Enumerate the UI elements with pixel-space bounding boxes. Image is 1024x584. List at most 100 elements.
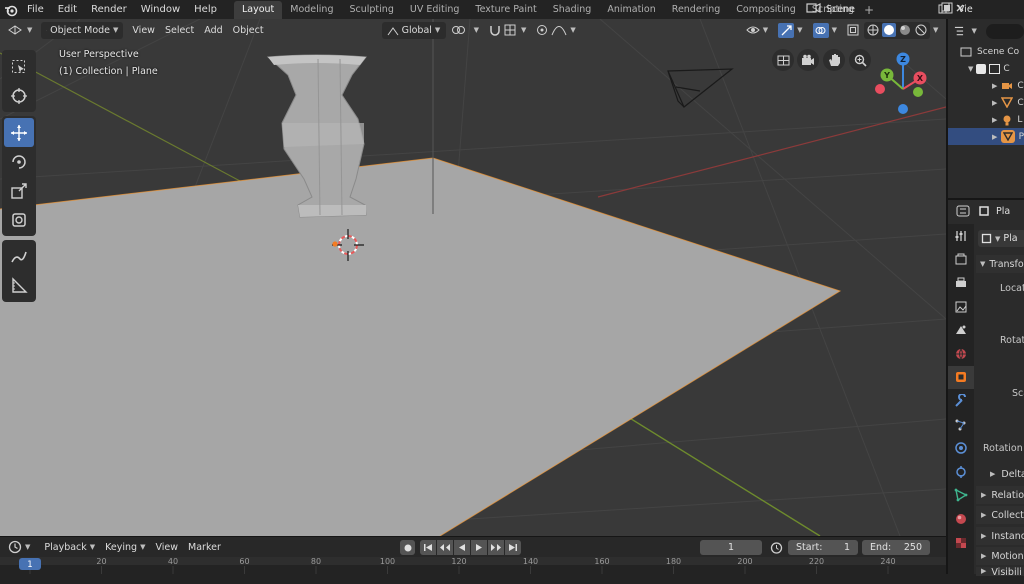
play-reverse-icon[interactable]: [454, 540, 470, 555]
cursor-tool[interactable]: [4, 81, 34, 110]
gizmo-neg-z-handle[interactable]: [898, 104, 908, 114]
transform-orientation-dropdown[interactable]: Global ▼: [381, 21, 446, 39]
chevron-down-icon[interactable]: ▼: [972, 27, 977, 35]
tab-world[interactable]: [948, 342, 974, 366]
outliner-item-light[interactable]: ▶ L: [948, 111, 1024, 128]
tab-object[interactable]: [948, 365, 974, 390]
properties-editor-type-icon[interactable]: [956, 205, 972, 217]
menu-add[interactable]: Add: [199, 22, 227, 39]
gizmo-neg-y-handle[interactable]: [913, 87, 923, 97]
gizmo-neg-x-handle[interactable]: [875, 84, 885, 94]
visibility-button[interactable]: ▼: [741, 22, 773, 39]
measure-tool[interactable]: [4, 271, 34, 300]
section-instancing[interactable]: ▶ Instanc: [976, 527, 1024, 545]
view-layer-name[interactable]: Vie: [958, 4, 973, 15]
expand-icon[interactable]: ▶: [992, 116, 997, 124]
current-frame-field[interactable]: 1: [700, 540, 762, 555]
camera-view-button[interactable]: [797, 49, 819, 71]
menu-view[interactable]: View: [127, 22, 160, 39]
camera-object[interactable]: [667, 68, 734, 108]
tab-rendering[interactable]: Rendering: [664, 1, 729, 19]
outliner-editor-type-icon[interactable]: [954, 25, 969, 38]
tab-shading[interactable]: Shading: [545, 1, 600, 19]
tab-render[interactable]: [948, 248, 974, 272]
tab-object-data[interactable]: [948, 484, 974, 508]
blender-logo-icon[interactable]: [2, 1, 20, 19]
menu-marker[interactable]: Marker: [183, 539, 226, 556]
timeline-ruler[interactable]: 020406080100120140160180200220240 1: [0, 557, 946, 575]
use-preview-range-button[interactable]: [767, 540, 785, 555]
3d-viewport[interactable]: ▼ Object Mode ▼ View Select Add Object G…: [0, 19, 946, 536]
move-tool[interactable]: [4, 118, 34, 147]
outliner-collection-row[interactable]: ▼ C: [948, 60, 1024, 77]
section-visibility[interactable]: ▶ Visibili: [976, 567, 1024, 576]
end-frame-field[interactable]: End: 250: [862, 540, 930, 555]
viewport-scene[interactable]: [0, 19, 946, 536]
expand-icon[interactable]: ▶: [992, 99, 997, 107]
select-box-tool[interactable]: [4, 52, 34, 81]
section-relations[interactable]: ▶ Relatio: [976, 486, 1024, 504]
shading-options-chevron-icon[interactable]: ▼: [933, 26, 938, 34]
jump-keyframe-back-icon[interactable]: [437, 540, 453, 555]
section-transform[interactable]: ▼ Transfo: [976, 255, 1024, 273]
expand-icon[interactable]: ▶: [992, 82, 997, 90]
record-button[interactable]: [400, 540, 415, 555]
timeline-editor-type-button[interactable]: ▼: [3, 539, 35, 556]
tab-physics[interactable]: [948, 436, 974, 460]
menu-playback[interactable]: Playback ▼: [39, 539, 100, 556]
tab-animation[interactable]: Animation: [599, 1, 663, 19]
tab-tool[interactable]: [948, 224, 974, 248]
tab-material[interactable]: [948, 507, 974, 531]
rotate-tool[interactable]: [4, 147, 34, 176]
xray-toggle-button[interactable]: [842, 22, 864, 39]
menu-object[interactable]: Object: [228, 22, 269, 39]
overlays-button[interactable]: ▼: [808, 22, 842, 39]
expand-icon[interactable]: ▼: [968, 65, 973, 73]
tab-layout[interactable]: Layout: [233, 0, 283, 19]
proportional-editing-button[interactable]: ▼: [531, 22, 580, 39]
scale-tool[interactable]: [4, 176, 34, 205]
play-icon[interactable]: [471, 540, 487, 555]
jump-end-icon[interactable]: [505, 540, 521, 555]
pan-view-button[interactable]: [823, 49, 845, 71]
tab-modifiers[interactable]: [948, 389, 974, 413]
section-collections[interactable]: ▶ Collecti: [976, 506, 1024, 524]
menu-timeline-view[interactable]: View: [150, 539, 183, 556]
menu-help[interactable]: Help: [187, 0, 224, 19]
tab-constraints[interactable]: [948, 460, 974, 484]
pivot-point-button[interactable]: ▼: [446, 22, 484, 39]
menu-window[interactable]: Window: [134, 0, 187, 19]
tab-scene[interactable]: [948, 318, 974, 342]
outliner-search-field[interactable]: [985, 23, 1024, 39]
jump-keyframe-forward-icon[interactable]: [488, 540, 504, 555]
annotate-tool[interactable]: [4, 242, 34, 271]
section-delta-transform[interactable]: ▶ Delta: [976, 465, 1024, 483]
jump-start-icon[interactable]: [420, 540, 436, 555]
plane-mesh[interactable]: [0, 158, 840, 536]
tab-texture-paint[interactable]: Texture Paint: [467, 1, 544, 19]
scene-name-field[interactable]: Scene: [826, 4, 938, 15]
start-frame-field[interactable]: Start: 1: [788, 540, 858, 555]
outliner-item-camera[interactable]: ▶ C: [948, 77, 1024, 94]
menu-keying[interactable]: Keying ▼: [100, 539, 150, 556]
navigation-gizmo[interactable]: Z X Y: [868, 51, 940, 123]
wireframe-shading-icon[interactable]: [866, 23, 880, 37]
tab-view-layer[interactable]: [948, 295, 974, 319]
scene-icon[interactable]: [806, 1, 822, 18]
section-motion-paths[interactable]: ▶ Motion: [976, 547, 1024, 565]
outliner-scene-row[interactable]: Scene Co: [948, 43, 1024, 60]
checkbox-icon[interactable]: [976, 63, 987, 74]
menu-file[interactable]: File: [20, 0, 51, 19]
material-shading-icon[interactable]: [898, 23, 912, 37]
tab-compositing[interactable]: Compositing: [728, 1, 804, 19]
expand-icon[interactable]: ▶: [992, 133, 997, 141]
snapping-button[interactable]: ▼: [484, 22, 531, 39]
tab-sculpting[interactable]: Sculpting: [341, 1, 401, 19]
mode-dropdown[interactable]: Object Mode ▼: [41, 21, 124, 39]
menu-render[interactable]: Render: [84, 0, 134, 19]
menu-select[interactable]: Select: [160, 22, 199, 39]
view-layer-icon[interactable]: [940, 1, 954, 18]
outliner-item-plane[interactable]: ▶ P: [948, 128, 1024, 145]
tab-modeling[interactable]: Modeling: [282, 1, 341, 19]
menu-edit[interactable]: Edit: [51, 0, 84, 19]
